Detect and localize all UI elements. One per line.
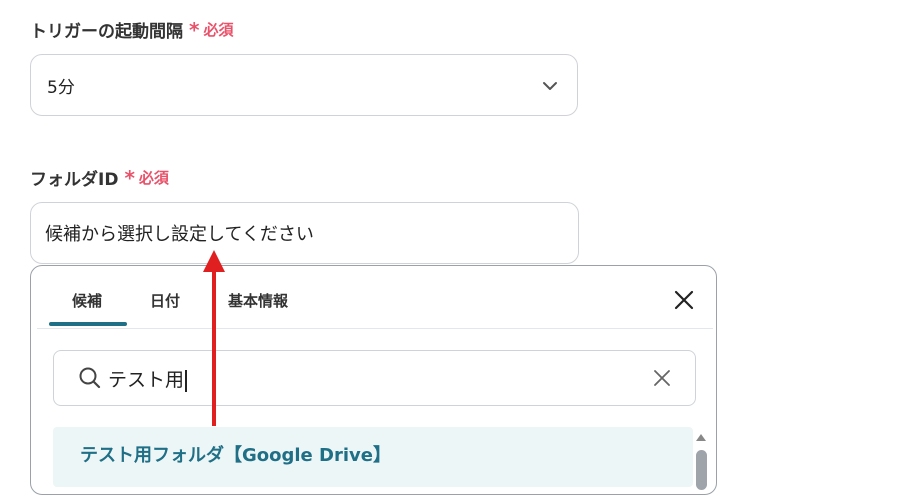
close-icon[interactable] — [673, 289, 695, 311]
candidate-result-item[interactable]: テスト用フォルダ【Google Drive】 — [53, 427, 693, 487]
search-value-wrap: テスト用 — [108, 365, 187, 392]
folder-id-label: フォルダID * 必須 — [30, 165, 169, 191]
required-asterisk-icon: * — [124, 165, 135, 190]
text-caret — [185, 369, 187, 392]
trigger-interval-select[interactable]: 5分 — [30, 54, 578, 116]
trigger-interval-label-text: トリガーの起動間隔 — [30, 22, 183, 42]
active-tab-indicator — [49, 322, 127, 326]
required-badge: * 必須 — [124, 167, 168, 188]
required-badge: * 必須 — [189, 19, 233, 40]
tab-date[interactable]: 日付 — [150, 290, 180, 311]
folder-id-input[interactable]: 候補から選択し設定してください — [30, 202, 579, 264]
panel-tabs: 候補 日付 基本情報 — [37, 266, 713, 329]
candidate-result-label: テスト用フォルダ【Google Drive】 — [80, 445, 391, 466]
scroll-up-icon[interactable] — [695, 432, 707, 442]
trigger-interval-value: 5分 — [47, 77, 75, 98]
search-value: テスト用 — [108, 369, 185, 391]
folder-id-label-text: フォルダID — [30, 170, 119, 190]
candidate-panel: 候補 日付 基本情報 テスト用 テスト用フォルダ【Google Drive】 — [30, 265, 717, 495]
tab-basic-info[interactable]: 基本情報 — [228, 290, 288, 311]
required-asterisk-icon: * — [189, 17, 200, 42]
required-text: 必須 — [138, 169, 169, 187]
candidate-search-input[interactable]: テスト用 — [53, 350, 696, 406]
trigger-interval-label: トリガーの起動間隔 * 必須 — [30, 17, 233, 43]
search-icon — [79, 367, 101, 389]
tab-candidates[interactable]: 候補 — [72, 290, 102, 311]
scrollbar-thumb[interactable] — [696, 450, 707, 490]
required-text: 必須 — [203, 21, 234, 39]
folder-id-placeholder: 候補から選択し設定してください — [45, 224, 314, 245]
clear-icon[interactable] — [652, 368, 672, 388]
chevron-down-icon — [543, 82, 557, 90]
